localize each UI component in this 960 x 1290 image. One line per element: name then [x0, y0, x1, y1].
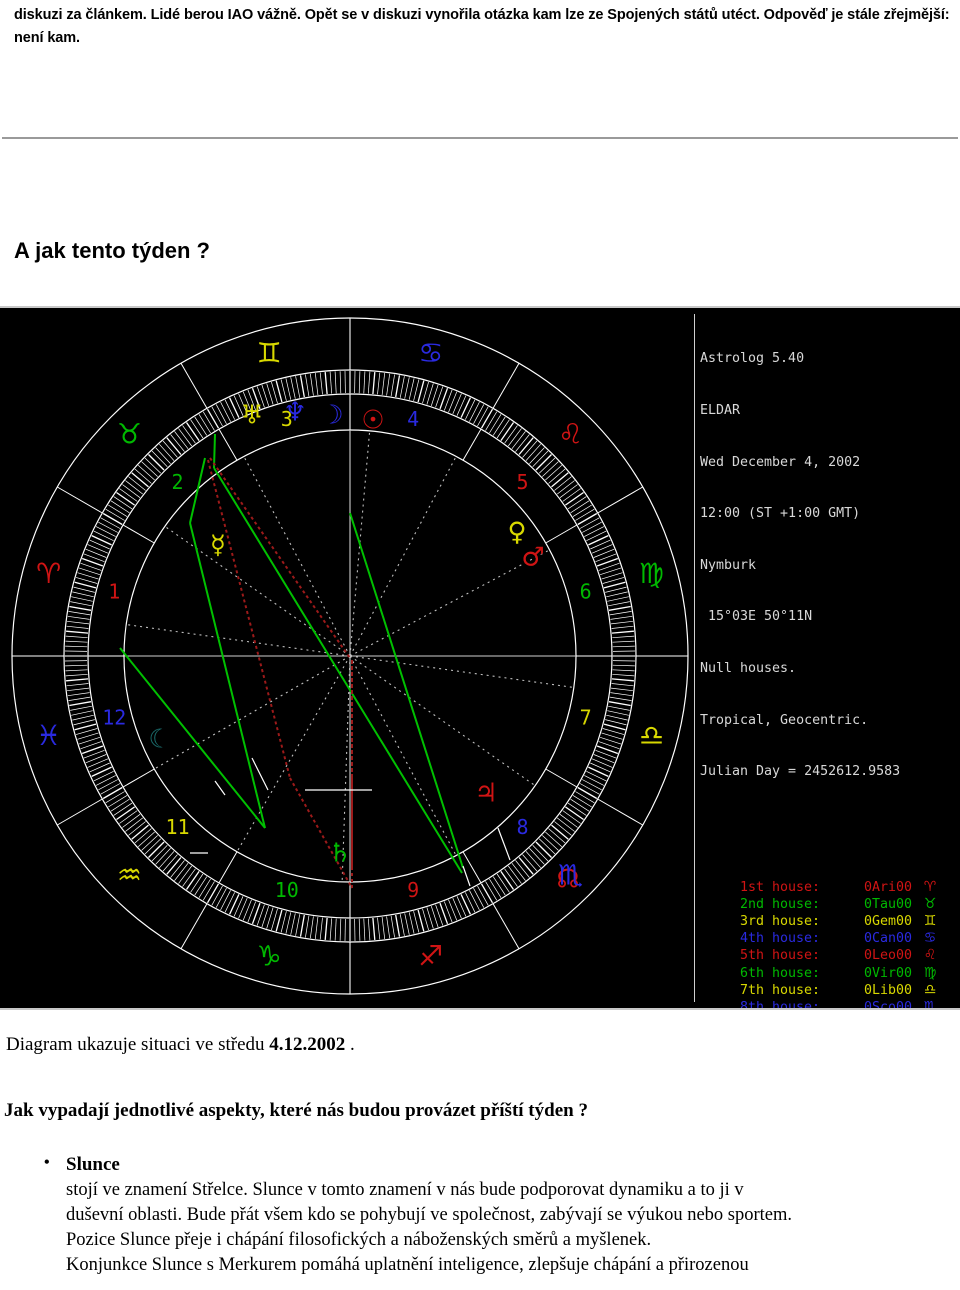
house-row: 6th house: 0Vir00 ♍ [700, 965, 956, 982]
caption-prefix: Diagram ukazuje situaci ve středu [6, 1034, 270, 1055]
chart-date: Wed December 4, 2002 [700, 454, 861, 470]
zodiac-sign-icon: ♏ [558, 859, 583, 892]
house-row: 8th house: 0Sco00 ♏ [700, 998, 956, 1010]
zodiac-sign-icon: ♍ [923, 964, 937, 981]
house-position: 0Gem00 [863, 913, 912, 929]
house-cusp-list: 1st house: 0Ari00 ♈ 2nd house: 0Tau00 ♉ 3rd ho… [700, 879, 956, 1010]
program-version: Astrolog 5.40 [700, 351, 805, 367]
zodiac-sign-icon: ♈ [36, 557, 61, 590]
chart-time: 12:00 (ST +1:00 GMT) [700, 506, 861, 522]
house-row: 1st house: 0Ari00 ♈ [700, 879, 956, 896]
svg-text:☉: ☉ [361, 406, 384, 436]
house-row: 4th house: 0Can00 ♋ [700, 930, 956, 947]
zodiac-sign-icon: ♉ [117, 417, 142, 450]
julian-day: Julian Day = 2452612.9583 [700, 764, 901, 780]
zodiac-sign-icon: ♓ [36, 719, 61, 752]
house-number-label: 8 [516, 815, 528, 839]
chart-coordinates: 15°03E 50°11N [700, 609, 813, 625]
section-question: Jak vypadají jednotlivé aspekty, které n… [4, 1100, 588, 1121]
panel-divider [694, 314, 695, 1002]
house-row: 5th house: 0Leo00 ♌ [700, 947, 956, 964]
zodiac-sign-icon: ♐ [418, 939, 443, 972]
house-number-label: 3 [281, 407, 293, 431]
house-number-label: 1 [108, 579, 120, 603]
house-number-label: 2 [171, 470, 183, 494]
house-position: 0Ari00 [863, 879, 912, 895]
house-number-label: 5 [516, 470, 528, 494]
house-label: 4th house: [739, 931, 820, 947]
house-position: 0Leo00 [863, 948, 912, 964]
zodiac-sign-icon: ♎ [923, 981, 937, 998]
sun-body-line: Konjunkce Slunce s Merkurem pomáhá uplat… [66, 1255, 749, 1275]
house-position: 0Can00 [863, 931, 912, 947]
house-position: 0Lib00 [863, 982, 912, 998]
zodiac-sign-icon: ♋ [418, 337, 443, 370]
house-number-label: 4 [407, 407, 419, 431]
house-position: 0Tau00 [863, 896, 912, 912]
sun-body-line: duševní oblasti. Bude přát všem kdo se p… [66, 1205, 793, 1225]
svg-text:☽: ☽ [320, 401, 343, 431]
svg-text:♂: ♂ [521, 543, 544, 573]
house-label: 3rd house: [739, 913, 820, 929]
zodiac-sign-icon: ♈ [923, 878, 937, 895]
chart-place: Nymburk [700, 557, 757, 573]
zodiac-sign-icon: ♎ [639, 719, 664, 752]
diagram-caption: Diagram ukazuje situaci ve středu 4.12.2… [6, 1034, 355, 1056]
house-row: 3rd house: 0Gem00 ♊ [700, 913, 956, 930]
zodiac-sign-icon: ♏ [923, 998, 937, 1010]
house-number-label: 12 [102, 706, 126, 730]
zodiac-sign-icon: ♋ [923, 930, 937, 947]
zodiac-sign-icon: ♌ [923, 947, 937, 964]
house-label: 6th house: [739, 965, 820, 981]
svg-text:♅: ♅ [240, 401, 263, 431]
zodiac-sign-icon: ♊ [257, 337, 282, 370]
sun-section: Slunce stojí ve znamení Střelce. Slunce … [38, 1150, 954, 1278]
house-number-label: 11 [165, 815, 189, 839]
house-position: 0Sco00 [863, 999, 912, 1010]
svg-text:♄: ♄ [328, 839, 351, 869]
zodiac-sign-icon: ♊ [923, 912, 937, 929]
zodiac-system: Tropical, Geocentric. [700, 712, 869, 728]
house-label: 2nd house: [739, 896, 820, 912]
sun-body-line: Pozice Slunce přeje i chápání filosofick… [66, 1230, 652, 1250]
svg-text:☾: ☾ [148, 725, 171, 755]
zodiac-sign-icon: ♑ [257, 939, 282, 972]
sun-section-body: stojí ve znamení Střelce. Slunce v tomto… [38, 1178, 954, 1278]
caption-date: 4.12.2002 [269, 1034, 346, 1055]
horizontal-divider [2, 137, 958, 139]
chart-name: ELDAR [700, 403, 741, 419]
sun-section-title: Slunce [38, 1150, 954, 1178]
intro-paragraph: diskuzi za článkem. Lidé berou IAO vážně… [14, 7, 950, 46]
house-label: 8th house: [739, 999, 820, 1010]
house-label: 5th house: [739, 948, 820, 964]
chart-info-panel: Astrolog 5.40 ELDAR Wed December 4, 2002… [700, 316, 956, 1010]
zodiac-sign-icon: ♍ [639, 557, 664, 590]
page-title: A jak tento týden ? [14, 238, 210, 263]
house-position: 0Vir00 [863, 965, 912, 981]
house-row: 7th house: 0Lib00 ♎ [700, 982, 956, 999]
house-number-label: 7 [580, 706, 592, 730]
zodiac-sign-icon: ♌ [558, 417, 583, 450]
house-label: 1st house: [739, 879, 820, 895]
house-number-label: 6 [580, 579, 592, 603]
astrolog-chart-image: ☉ ☽ ♆ ♅ ♀ ♂ ☾ ♃ ♄ ☿ ☊ 1 2 3 4 5 6 7 8 9 10 11 12 ♈ ♉… [0, 306, 960, 1010]
house-row: 2nd house: 0Tau00 ♉ [700, 896, 956, 913]
zodiac-sign-icon: ♒ [117, 859, 142, 892]
svg-text:☿: ☿ [210, 531, 226, 561]
svg-text:♃: ♃ [474, 779, 497, 809]
house-number-label: 10 [275, 878, 299, 902]
house-system: Null houses. [700, 661, 797, 677]
caption-suffix: . [345, 1034, 355, 1055]
sun-body-line: stojí ve znamení Střelce. Slunce v tomto… [66, 1180, 744, 1200]
zodiac-sign-icon: ♉ [923, 895, 937, 912]
house-label: 7th house: [739, 982, 820, 998]
house-number-label: 9 [407, 878, 419, 902]
